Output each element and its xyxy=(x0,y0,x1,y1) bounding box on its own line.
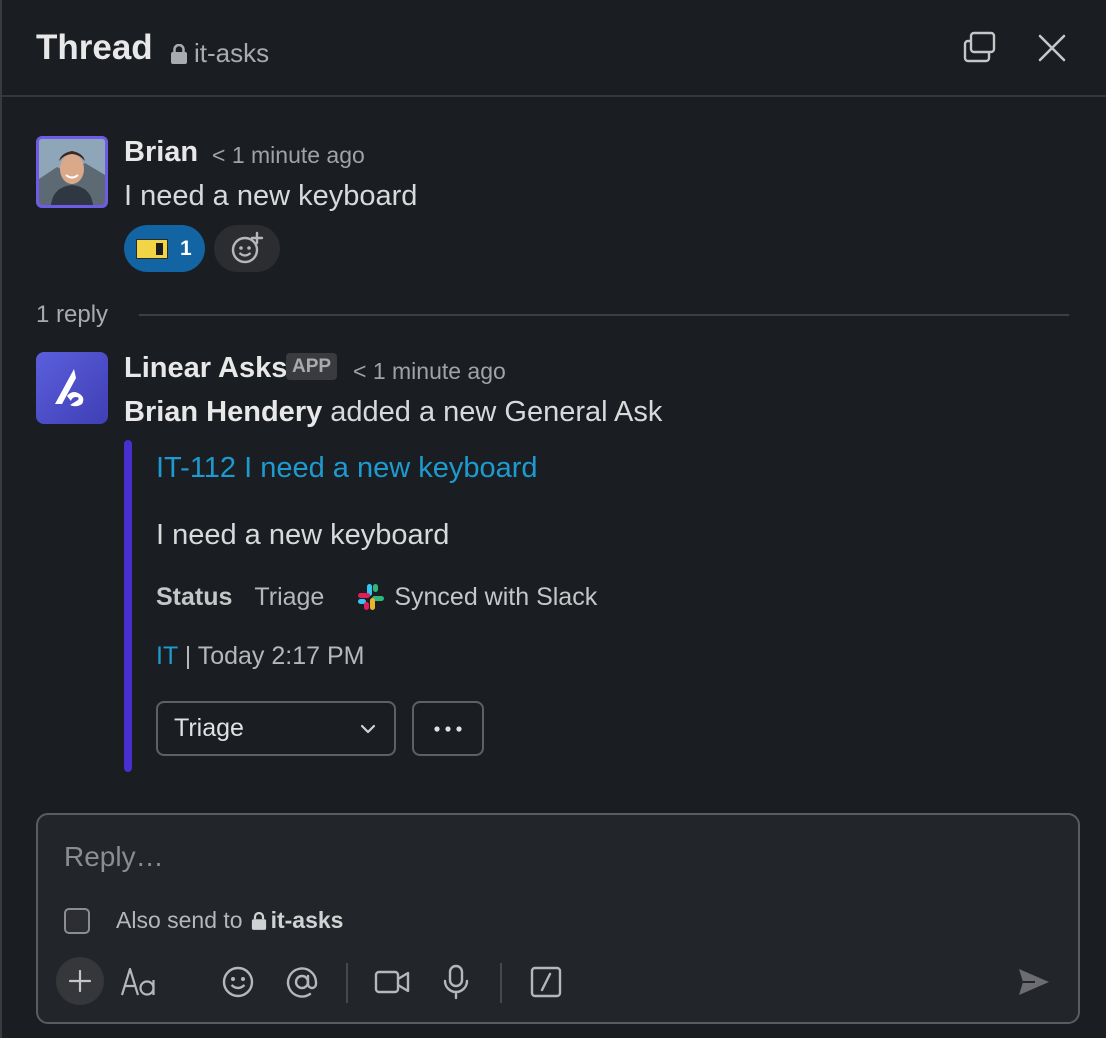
also-send-label: Also send to xyxy=(116,907,243,933)
status-row: Status Triage Synced with Slack xyxy=(156,582,597,612)
action-text: added a new General Ask xyxy=(322,396,663,428)
linear-asks-logo-icon xyxy=(55,369,84,407)
close-icon xyxy=(1038,34,1066,62)
sync-indicator: Synced with Slack xyxy=(356,582,597,612)
also-send-option: Also send to it-asks xyxy=(64,907,343,934)
avatar-brian[interactable] xyxy=(36,136,108,208)
reaction-ticket[interactable]: 1 xyxy=(124,225,205,272)
microphone-icon xyxy=(443,964,469,1000)
app-author[interactable]: Linear Asks xyxy=(124,352,287,385)
reply-count: 1 reply xyxy=(36,301,109,328)
issue-description: I need a new keyboard xyxy=(156,519,450,551)
attachment-accent-bar xyxy=(124,440,132,772)
formatting-button[interactable] xyxy=(116,957,164,1007)
close-button[interactable] xyxy=(1032,28,1072,68)
app-message-text: Brian Hendery added a new General Ask xyxy=(124,396,662,429)
message-text: I need a new keyboard xyxy=(124,180,418,212)
plus-icon xyxy=(68,969,92,993)
more-actions-button[interactable] xyxy=(412,701,484,756)
message-timestamp[interactable]: < 1 minute ago xyxy=(212,142,365,169)
more-dots-icon xyxy=(434,725,462,732)
actor-name[interactable]: Brian Hendery xyxy=(124,396,322,428)
also-send-checkbox[interactable] xyxy=(64,907,90,934)
status-value: Triage xyxy=(254,582,325,611)
sync-text: Synced with Slack xyxy=(394,582,598,611)
status-label: Status xyxy=(156,582,233,611)
lock-icon xyxy=(171,43,187,64)
emoji-button[interactable] xyxy=(214,957,262,1007)
thread-title: Thread xyxy=(36,28,153,67)
team-link[interactable]: IT xyxy=(156,642,178,670)
reply-composer: Also send to it-asks xyxy=(36,813,1080,1024)
ticket-emoji-icon xyxy=(136,238,168,259)
channel-name[interactable]: it-asks xyxy=(170,38,269,69)
slash-command-icon xyxy=(530,966,562,998)
issue-link[interactable]: IT-112 I need a new keyboard xyxy=(156,452,538,485)
emoji-icon xyxy=(222,966,254,998)
app-message-timestamp[interactable]: < 1 minute ago xyxy=(353,358,506,385)
app-badge: APP xyxy=(286,353,338,380)
replies-divider xyxy=(139,314,1069,316)
also-send-channel: it-asks xyxy=(251,907,344,934)
popout-button[interactable] xyxy=(960,28,1000,68)
video-camera-icon xyxy=(374,970,410,994)
audio-clip-button[interactable] xyxy=(432,957,480,1007)
composer-toolbar xyxy=(54,957,1064,1007)
avatar-linear-asks[interactable] xyxy=(36,352,108,424)
add-reaction-button[interactable] xyxy=(214,225,280,272)
thread-panel: Thread it-asks Brian < 1 minute ago I ne… xyxy=(0,0,1106,1038)
attach-button[interactable] xyxy=(56,957,104,1005)
reply-input[interactable] xyxy=(64,837,1044,877)
status-select[interactable]: Triage xyxy=(156,701,396,756)
issue-meta: IT | Today 2:17 PM xyxy=(156,642,364,671)
toolbar-divider xyxy=(500,963,502,1003)
issue-meta-rest: | Today 2:17 PM xyxy=(177,642,365,670)
add-emoji-icon xyxy=(231,231,264,263)
also-send-channel-name: it-asks xyxy=(270,907,344,933)
user-photo-icon xyxy=(39,139,105,205)
reaction-count: 1 xyxy=(180,236,192,260)
send-icon xyxy=(1019,969,1049,995)
lock-icon xyxy=(251,911,266,930)
status-select-value: Triage xyxy=(174,714,244,742)
video-clip-button[interactable] xyxy=(368,957,416,1007)
thread-header: Thread it-asks xyxy=(2,0,1106,97)
send-button[interactable] xyxy=(1010,957,1058,1007)
popout-icon xyxy=(963,31,996,63)
channel-name-label: it-asks xyxy=(194,38,270,68)
shortcuts-button[interactable] xyxy=(522,957,570,1007)
chevron-down-icon xyxy=(360,724,376,733)
message-author[interactable]: Brian xyxy=(124,136,198,169)
slack-logo-icon xyxy=(358,584,385,610)
toolbar-divider xyxy=(346,963,348,1003)
text-format-icon xyxy=(120,967,155,996)
mention-button[interactable] xyxy=(278,957,326,1007)
at-mention-icon xyxy=(286,967,318,998)
